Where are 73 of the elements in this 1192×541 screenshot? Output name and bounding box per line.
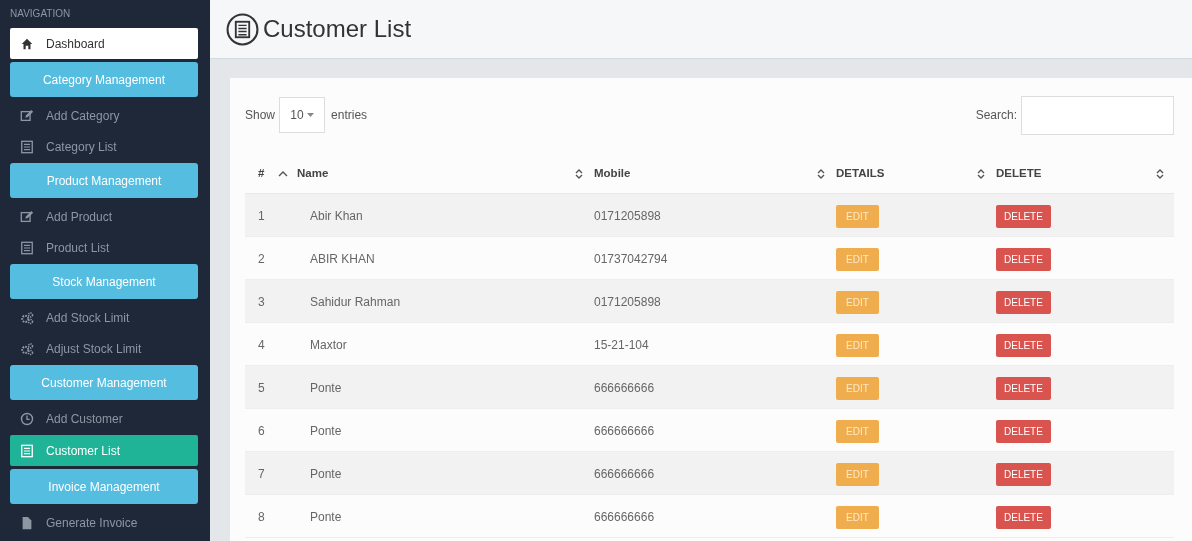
page-size-select[interactable]: 10 bbox=[279, 97, 326, 133]
column-header[interactable]: DETAILS bbox=[836, 164, 885, 182]
show-label: Show bbox=[245, 107, 276, 124]
customer-name: Maxtor bbox=[310, 337, 347, 352]
mobile-number: 666666666 bbox=[594, 466, 655, 481]
sort-icon[interactable] bbox=[1155, 167, 1165, 180]
sidebar-item[interactable]: Customer List bbox=[10, 435, 198, 466]
row-number: 4 bbox=[258, 337, 265, 352]
row-number: 5 bbox=[258, 380, 265, 395]
sidebar-item[interactable]: Add Customer bbox=[10, 403, 198, 434]
row-number: 1 bbox=[258, 208, 265, 223]
customer-name: ABIR KHAN bbox=[310, 251, 375, 266]
section-header[interactable]: Customer Management bbox=[10, 365, 198, 400]
section-header[interactable]: Stock Management bbox=[10, 264, 198, 299]
list-icon bbox=[20, 443, 34, 458]
sidebar-item[interactable]: Add Product bbox=[10, 201, 198, 232]
mobile-number: 01737042794 bbox=[594, 251, 668, 266]
delete-button[interactable]: DELETE bbox=[996, 419, 1051, 443]
delete-button[interactable]: DELETE bbox=[996, 247, 1051, 271]
customer-name: Abir Khan bbox=[310, 208, 363, 223]
delete-button[interactable]: DELETE bbox=[996, 290, 1051, 314]
edit-icon bbox=[20, 209, 34, 224]
mobile-number: 0171205898 bbox=[594, 294, 661, 309]
list-icon bbox=[226, 12, 259, 46]
mobile-number: 0171205898 bbox=[594, 208, 661, 223]
edit-icon bbox=[20, 108, 34, 123]
caret-icon bbox=[306, 112, 314, 118]
sidebar-item[interactable]: Category List bbox=[10, 131, 198, 162]
mobile-number: 666666666 bbox=[594, 380, 655, 395]
sidebar-item[interactable]: Generate Invoice bbox=[10, 507, 198, 538]
sidebar-item[interactable]: Add Category bbox=[10, 100, 198, 131]
search-field[interactable] bbox=[1021, 95, 1174, 135]
customer-name: Ponte bbox=[310, 423, 342, 438]
delete-button[interactable]: DELETE bbox=[996, 462, 1051, 486]
entries-label: entries bbox=[331, 107, 368, 124]
customer-name: Sahidur Rahman bbox=[310, 294, 401, 309]
mobile-number: 666666666 bbox=[594, 423, 655, 438]
mobile-number: 666666666 bbox=[594, 509, 655, 524]
sidebar-item[interactable]: Dashboard bbox=[10, 28, 198, 59]
list-icon bbox=[20, 139, 34, 154]
row-number: 3 bbox=[258, 294, 265, 309]
section-header[interactable]: Invoice Management bbox=[10, 469, 198, 504]
sort-icon[interactable] bbox=[574, 167, 584, 180]
search-label: Search: bbox=[975, 107, 1017, 124]
column-header[interactable]: Name bbox=[297, 164, 329, 182]
customer-name: Ponte bbox=[310, 380, 342, 395]
column-header[interactable]: # bbox=[258, 164, 265, 182]
clock-icon bbox=[20, 411, 34, 426]
mobile-number: 15-21-104 bbox=[594, 337, 649, 352]
home-icon bbox=[20, 36, 34, 51]
delete-button[interactable]: DELETE bbox=[996, 505, 1051, 529]
sort-icon[interactable] bbox=[816, 167, 826, 180]
row-number: 2 bbox=[258, 251, 265, 266]
section-header[interactable]: Category Management bbox=[10, 62, 198, 97]
delete-button[interactable]: DELETE bbox=[996, 376, 1051, 400]
sidebar-item[interactable]: Add Stock Limit bbox=[10, 302, 198, 333]
delete-button[interactable]: DELETE bbox=[996, 204, 1051, 228]
section-header[interactable]: Product Management bbox=[10, 163, 198, 198]
sidebar-item[interactable]: Adjust Stock Limit bbox=[10, 333, 198, 364]
sidebar-heading: NAVIGATION bbox=[10, 7, 72, 21]
column-header[interactable]: DELETE bbox=[996, 164, 1042, 182]
sidebar-item[interactable]: Product List bbox=[10, 232, 198, 263]
delete-button[interactable]: DELETE bbox=[996, 333, 1051, 357]
customer-name: Ponte bbox=[310, 509, 342, 524]
file-icon bbox=[20, 515, 34, 530]
customer-name: Ponte bbox=[310, 466, 342, 481]
page-title: Customer List bbox=[263, 14, 412, 44]
row-number: 6 bbox=[258, 423, 265, 438]
row-number: 8 bbox=[258, 509, 265, 524]
list-icon bbox=[20, 240, 34, 255]
column-header[interactable]: Mobile bbox=[594, 164, 631, 182]
row-number: 7 bbox=[258, 466, 265, 481]
sort-icon[interactable] bbox=[976, 167, 986, 180]
